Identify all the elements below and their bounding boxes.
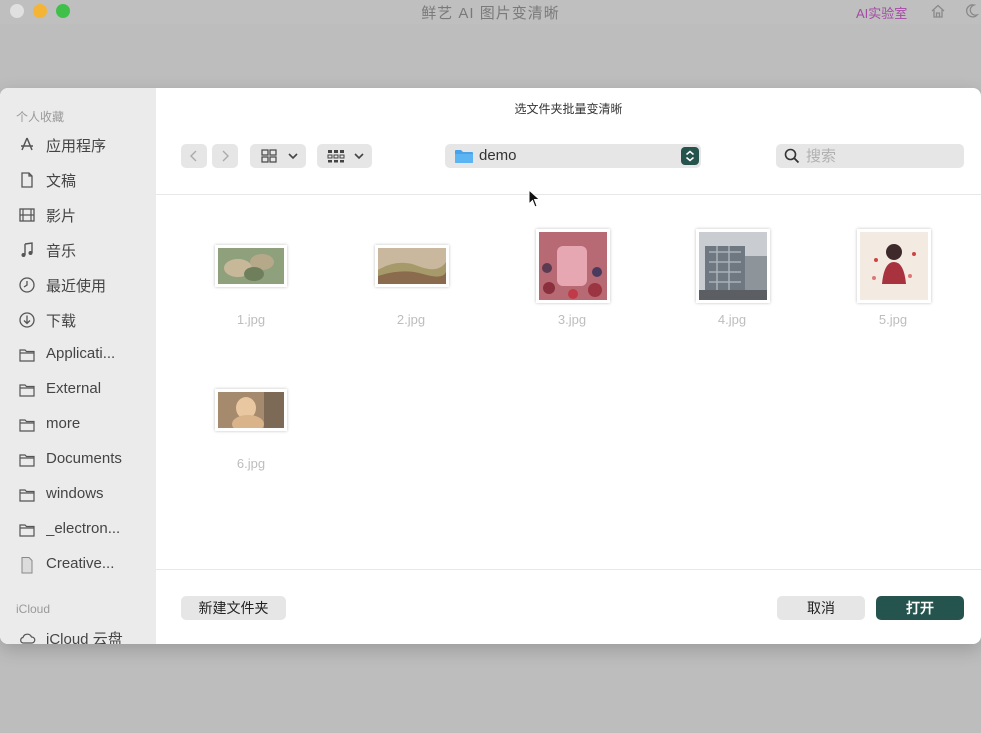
path-stepper[interactable] [681,147,699,165]
search-icon [784,148,800,164]
file-item[interactable]: 3.jpg [512,228,632,338]
image-thumbnail [696,229,770,303]
sidebar-item-label: External [46,380,102,397]
sidebar-item-applications[interactable]: 应用程序 [0,130,156,160]
group-mode-button[interactable] [317,144,372,168]
folder-icon [19,524,35,537]
music-icon [21,242,33,257]
sidebar-item-label: 最近使用 [46,278,107,295]
sidebar-item-documents[interactable]: Documents [0,445,156,475]
footer-divider [156,569,981,570]
sidebar-item-recents[interactable]: 最近使用 [0,270,156,300]
chevron-down-icon [288,153,298,160]
folder-icon [19,489,35,502]
sidebar-item-label: 音乐 [46,243,77,260]
sidebar-item-label: iCloud 云盘 [46,631,123,644]
file-name: 2.jpg [396,312,426,327]
app-titlebar: 鲜艺 AI 图片变清晰 AI实验室 [0,0,981,24]
search-input[interactable] [806,146,956,166]
image-thumbnail [375,245,449,287]
sidebar-item-electron[interactable]: _electron... [0,515,156,545]
sidebar-item-label: windows [46,485,104,502]
sidebar-item-music[interactable]: 音乐 [0,235,156,265]
chevron-down-icon [354,153,364,160]
file-icon [21,557,33,574]
sidebar-item-creative[interactable]: Creative... [0,550,156,580]
image-thumbnail [215,389,287,431]
chevron-right-icon [222,150,229,162]
group-icon [327,150,345,163]
file-name: 6.jpg [236,456,266,471]
path-popup[interactable]: demo [445,144,701,168]
sidebar-icloud-header: iCloud [16,602,51,616]
sidebar: 个人收藏 应用程序 文稿 影片 音乐 最近使用 下载 Applicati... … [0,88,156,644]
sidebar-item-label: Documents [46,450,122,467]
toolbar-divider [156,194,981,195]
clock-icon [19,277,35,293]
cloud-icon [20,633,36,644]
file-item[interactable]: 6.jpg [191,372,311,482]
file-item[interactable]: 1.jpg [191,228,311,338]
new-folder-button[interactable]: 新建文件夹 [181,596,286,620]
app-title: 鲜艺 AI 图片变清晰 [421,5,560,22]
sidebar-item-label: 下载 [46,313,77,330]
file-name: 4.jpg [717,312,747,327]
moon-icon[interactable] [963,3,979,19]
sidebar-item-documents-cn[interactable]: 文稿 [0,165,156,195]
sidebar-item-label: 文稿 [46,173,77,190]
image-thumbnail [215,245,287,287]
sidebar-favorites-header: 个人收藏 [16,110,65,124]
ai-lab-link[interactable]: AI实验室 [856,3,907,22]
back-button[interactable] [181,144,207,168]
grid-icon [261,149,277,163]
sidebar-item-label: _electron... [46,520,121,537]
file-item[interactable]: 5.jpg [833,228,953,338]
search-field[interactable] [776,144,964,168]
cancel-button[interactable]: 取消 [777,596,865,620]
dialog-title: 选文件夹批量变清晰 [514,102,623,116]
sidebar-item-external[interactable]: External [0,375,156,405]
folder-icon [19,454,35,467]
up-down-chevron-icon [686,150,694,162]
sidebar-item-downloads[interactable]: 下载 [0,305,156,335]
film-icon [19,208,35,222]
sidebar-item-windows[interactable]: windows [0,480,156,510]
file-name: 1.jpg [236,312,266,327]
file-item[interactable]: 4.jpg [672,228,792,338]
view-mode-button[interactable] [250,144,306,168]
home-icon[interactable] [930,3,946,19]
open-folder-dialog: 个人收藏 应用程序 文稿 影片 音乐 最近使用 下载 Applicati... … [0,88,981,644]
file-item[interactable]: 2.jpg [351,228,471,338]
sidebar-item-more[interactable]: more [0,410,156,440]
sidebar-item-label: 影片 [46,208,77,225]
sidebar-item-icloud-drive[interactable]: iCloud 云盘 [0,623,156,644]
sidebar-item-applications-folder[interactable]: Applicati... [0,340,156,370]
image-thumbnail [536,229,610,303]
folder-icon [19,384,35,397]
document-icon [21,172,33,188]
image-thumbnail [857,229,931,303]
mouse-cursor-icon [528,189,541,208]
sidebar-item-label: 应用程序 [46,138,107,155]
chevron-left-icon [190,150,197,162]
sidebar-item-label: Creative... [46,555,115,572]
applications-icon [21,137,33,151]
open-button[interactable]: 打开 [876,596,964,620]
download-icon [19,312,35,328]
sidebar-item-movies[interactable]: 影片 [0,200,156,230]
forward-button[interactable] [212,144,238,168]
file-name: 5.jpg [878,312,908,327]
folder-icon [19,419,35,432]
folder-icon [19,349,35,362]
sidebar-item-label: more [46,415,81,432]
sidebar-item-label: Applicati... [46,345,116,362]
file-name: 3.jpg [557,312,587,327]
folder-icon [455,150,473,163]
path-label: demo [479,147,517,164]
app-background [0,648,981,733]
